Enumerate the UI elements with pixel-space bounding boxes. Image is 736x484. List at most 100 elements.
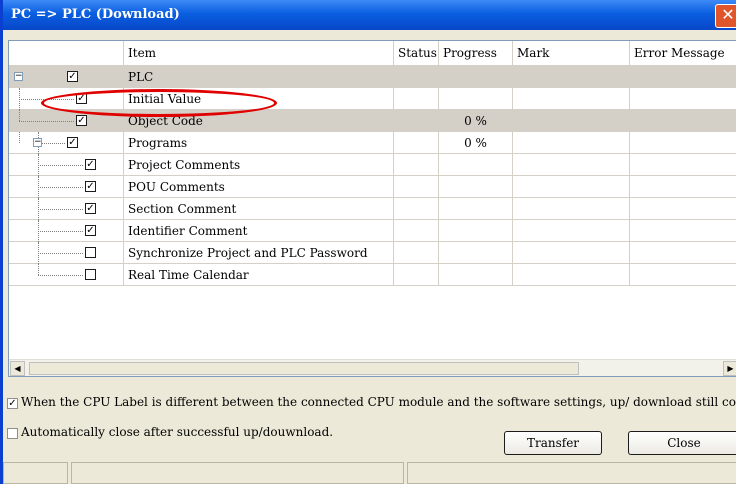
error-message-cell — [630, 220, 736, 242]
progress-cell — [439, 220, 513, 242]
table-row[interactable]: Real Time Calendar — [9, 264, 736, 286]
horizontal-scrollbar[interactable]: ◀ ▶ — [9, 359, 736, 376]
row-checkbox[interactable]: ✓ — [67, 137, 78, 148]
status-cell — [394, 110, 439, 132]
progress-cell: 0 % — [439, 132, 513, 154]
item-cell: Section Comment — [124, 198, 394, 220]
progress-cell — [439, 242, 513, 264]
item-cell: Identifier Comment — [124, 220, 394, 242]
highlight-oval — [41, 89, 277, 117]
item-cell: Project Comments — [124, 154, 394, 176]
mark-cell — [513, 198, 630, 220]
header-error-message[interactable]: Error Message — [630, 41, 736, 66]
progress-cell: 0 % — [439, 110, 513, 132]
progress-cell — [439, 176, 513, 198]
progress-cell — [439, 264, 513, 286]
tree-line — [38, 187, 83, 188]
mark-cell — [513, 110, 630, 132]
table-row[interactable]: Section Comment ✓ — [9, 198, 736, 220]
tree-line — [38, 209, 83, 210]
error-message-cell — [630, 132, 736, 154]
item-cell: POU Comments — [124, 176, 394, 198]
table-row[interactable]: Identifier Comment ✓ — [9, 220, 736, 242]
mark-cell — [513, 88, 630, 110]
error-message-cell — [630, 88, 736, 110]
status-bar-pane — [71, 462, 404, 484]
tree-line — [19, 132, 20, 143]
status-cell — [394, 198, 439, 220]
scroll-right-arrow-icon[interactable]: ▶ — [723, 361, 736, 376]
tree-line — [38, 165, 83, 166]
error-message-cell — [630, 176, 736, 198]
item-cell: PLC — [124, 66, 394, 88]
close-icon[interactable]: ✕ — [715, 4, 736, 28]
status-cell — [394, 220, 439, 242]
error-message-cell — [630, 154, 736, 176]
table-row[interactable]: Programs 0 % − ✓ — [9, 132, 736, 154]
row-checkbox[interactable]: ✓ — [85, 225, 96, 236]
row-checkbox[interactable]: ✓ — [85, 159, 96, 170]
mark-cell — [513, 242, 630, 264]
header-mark[interactable]: Mark — [513, 41, 630, 66]
header-tree-column — [9, 41, 124, 66]
scroll-left-arrow-icon[interactable]: ◀ — [10, 361, 25, 376]
mark-cell — [513, 132, 630, 154]
transfer-button[interactable]: Transfer — [504, 431, 602, 455]
row-checkbox[interactable]: ✓ — [85, 181, 96, 192]
row-checkbox[interactable]: ✓ — [67, 71, 78, 82]
tree-line — [38, 275, 83, 276]
tree-line — [38, 231, 83, 232]
row-checkbox[interactable]: ✓ — [85, 203, 96, 214]
auto-close-checkbox[interactable] — [7, 428, 18, 439]
table-row[interactable]: Project Comments ✓ — [9, 154, 736, 176]
progress-cell — [439, 88, 513, 110]
header-status[interactable]: Status — [394, 41, 439, 66]
row-checkbox[interactable] — [85, 269, 96, 280]
status-cell — [394, 66, 439, 88]
status-cell — [394, 132, 439, 154]
status-bar-pane — [407, 462, 736, 484]
error-message-cell — [630, 242, 736, 264]
table-row[interactable]: PLC − ✓ — [9, 66, 736, 88]
tree-line — [19, 110, 20, 121]
mark-cell — [513, 264, 630, 286]
tree-line — [19, 121, 74, 122]
error-message-cell — [630, 198, 736, 220]
progress-cell — [439, 154, 513, 176]
item-cell: Synchronize Project and PLC Password — [124, 242, 394, 264]
cpu-label-checkbox[interactable]: ✓ — [7, 398, 18, 409]
progress-cell — [439, 66, 513, 88]
status-cell — [394, 242, 439, 264]
error-message-cell — [630, 66, 736, 88]
tree-line — [38, 264, 39, 275]
mark-cell — [513, 154, 630, 176]
table-row[interactable]: Synchronize Project and PLC Password — [9, 242, 736, 264]
close-button[interactable]: Close — [628, 431, 736, 455]
item-cell: Programs — [124, 132, 394, 154]
scrollbar-thumb[interactable] — [29, 362, 579, 375]
error-message-cell — [630, 110, 736, 132]
title-bar[interactable]: PC => PLC (Download) ✕ — [3, 0, 736, 30]
status-cell — [394, 264, 439, 286]
collapse-toggle-icon[interactable]: − — [14, 72, 23, 81]
mark-cell — [513, 66, 630, 88]
status-cell — [394, 88, 439, 110]
item-cell: Real Time Calendar — [124, 264, 394, 286]
row-checkbox[interactable] — [85, 247, 96, 258]
mark-cell — [513, 220, 630, 242]
cpu-label-option-text: When the CPU Label is different between … — [21, 395, 736, 409]
header-progress[interactable]: Progress — [439, 41, 513, 66]
status-bar-pane — [3, 462, 68, 484]
tree-line — [38, 253, 83, 254]
window-title: PC => PLC (Download) — [11, 7, 180, 22]
download-dialog: PC => PLC (Download) ✕ Item Status Progr… — [0, 0, 736, 484]
table-row[interactable]: POU Comments ✓ — [9, 176, 736, 198]
collapse-toggle-icon[interactable]: − — [33, 138, 42, 147]
auto-close-option-text: Automatically close after successful up/… — [21, 425, 334, 439]
error-message-cell — [630, 264, 736, 286]
status-cell — [394, 176, 439, 198]
mark-cell — [513, 176, 630, 198]
header-item[interactable]: Item — [124, 41, 394, 66]
progress-cell — [439, 198, 513, 220]
row-checkbox[interactable]: ✓ — [76, 115, 87, 126]
